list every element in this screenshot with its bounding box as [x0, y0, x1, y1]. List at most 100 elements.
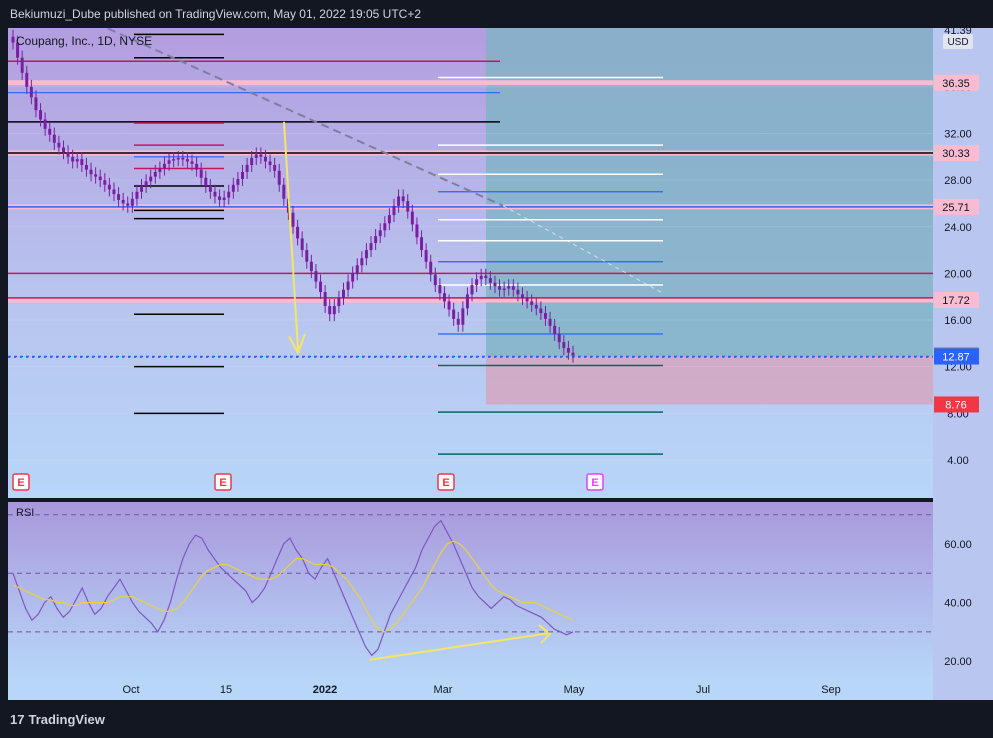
candle-body	[328, 306, 332, 315]
candle-body	[39, 110, 43, 120]
candle-body	[438, 285, 442, 294]
price-label-text: 8.76	[945, 399, 966, 411]
candle-body	[392, 205, 396, 216]
candle-body	[273, 164, 277, 171]
candle-body	[117, 194, 121, 200]
candle-body	[566, 348, 570, 353]
candle-body	[259, 154, 263, 157]
chart-svg[interactable]: 4.008.0012.0016.0020.0024.0028.0032.0036…	[8, 25, 993, 700]
chart-area[interactable]: 4.008.0012.0016.0020.0024.0028.0032.0036…	[8, 25, 993, 700]
candle-body	[140, 185, 144, 192]
candle-body	[314, 271, 318, 282]
candle-body	[488, 278, 492, 283]
candle-body	[213, 191, 217, 197]
candle-body	[80, 159, 84, 165]
rsi-tick-label: 60.00	[944, 539, 972, 551]
candle-body	[149, 176, 153, 182]
candle-body	[516, 289, 520, 295]
candle-body	[387, 215, 391, 224]
candle-body	[199, 169, 203, 178]
rsi-tick-label: 40.00	[944, 598, 972, 610]
publish-info-text: Bekiumuzi_Dube published on TradingView.…	[10, 7, 422, 21]
candle-body	[498, 286, 502, 290]
price-label-text: 25.71	[942, 202, 970, 214]
candle-body	[245, 164, 249, 172]
candle-body	[291, 212, 295, 227]
candle-body	[167, 160, 171, 164]
candle-body	[479, 275, 483, 280]
candle-body	[236, 178, 240, 185]
candle-body	[351, 273, 355, 282]
candle-body	[429, 261, 433, 275]
candle-body	[135, 191, 139, 199]
candle-body	[300, 238, 304, 251]
candle-body	[378, 230, 382, 237]
earnings-marker-label: E	[17, 477, 24, 489]
candle-body	[502, 288, 506, 291]
candle-body	[406, 201, 410, 212]
candle-body	[43, 119, 47, 129]
time-axis-bg	[8, 678, 933, 700]
candle-body	[158, 168, 162, 172]
candle-body	[534, 304, 538, 309]
candle-body	[360, 258, 364, 266]
candle-body	[227, 191, 231, 198]
stop-zone	[486, 356, 933, 405]
candle-body	[323, 292, 327, 307]
rsi-title[interactable]: RSI	[16, 507, 34, 519]
candle-body	[29, 86, 33, 98]
candle-body	[401, 196, 405, 202]
pane-separator[interactable]	[8, 498, 933, 502]
candle-body	[539, 308, 543, 314]
candle-body	[305, 250, 309, 262]
candle-body	[112, 189, 116, 195]
price-tick-label: 4.00	[947, 455, 968, 467]
candle-body	[553, 325, 557, 335]
time-tick-label: Oct	[122, 684, 139, 696]
candle-body	[369, 243, 373, 251]
candle-body	[144, 181, 148, 186]
candle-body	[341, 289, 345, 298]
candle-body	[337, 297, 341, 307]
candle-body	[190, 161, 194, 164]
candle-body	[571, 352, 575, 356]
candle-body	[126, 203, 130, 206]
candle-body	[461, 308, 465, 325]
tradingview-logo-text: TradingView	[28, 712, 105, 727]
candle-body	[254, 154, 258, 158]
candle-body	[218, 196, 222, 200]
candle-body	[208, 185, 212, 192]
time-tick-label: Mar	[434, 684, 453, 696]
candle-body	[75, 159, 79, 162]
candle-body	[424, 250, 428, 262]
candle-body	[84, 164, 88, 170]
candle-body	[241, 171, 245, 179]
footer: 17 TradingView	[0, 700, 993, 738]
candle-body	[346, 281, 350, 290]
candle-body	[355, 265, 359, 274]
candle-body	[447, 301, 451, 310]
candle-body	[34, 97, 38, 111]
candle-body	[383, 223, 387, 231]
time-tick-label: 2022	[313, 684, 337, 696]
candle-body	[525, 297, 529, 302]
candle-body	[562, 342, 566, 349]
rsi-pane-bg	[8, 502, 933, 678]
candle-body	[332, 306, 336, 315]
candle-body	[433, 274, 437, 286]
tradingview-logo[interactable]: 17 TradingView	[10, 712, 105, 727]
candle-body	[442, 293, 446, 302]
candle-body	[11, 36, 15, 43]
candle-body	[172, 159, 176, 161]
symbol-title[interactable]: Coupang, Inc., 1D, NYSE	[16, 34, 152, 48]
rsi-tick-label: 20.00	[944, 656, 972, 668]
candle-body	[222, 197, 226, 200]
candle-body	[397, 196, 401, 206]
earnings-marker-label: E	[442, 477, 449, 489]
candle-body	[374, 236, 378, 244]
earnings-marker-label: E	[219, 477, 226, 489]
publish-header: Bekiumuzi_Dube published on TradingView.…	[0, 0, 993, 28]
candle-body	[557, 334, 561, 343]
candle-body	[52, 134, 56, 143]
candle-body	[521, 294, 525, 298]
